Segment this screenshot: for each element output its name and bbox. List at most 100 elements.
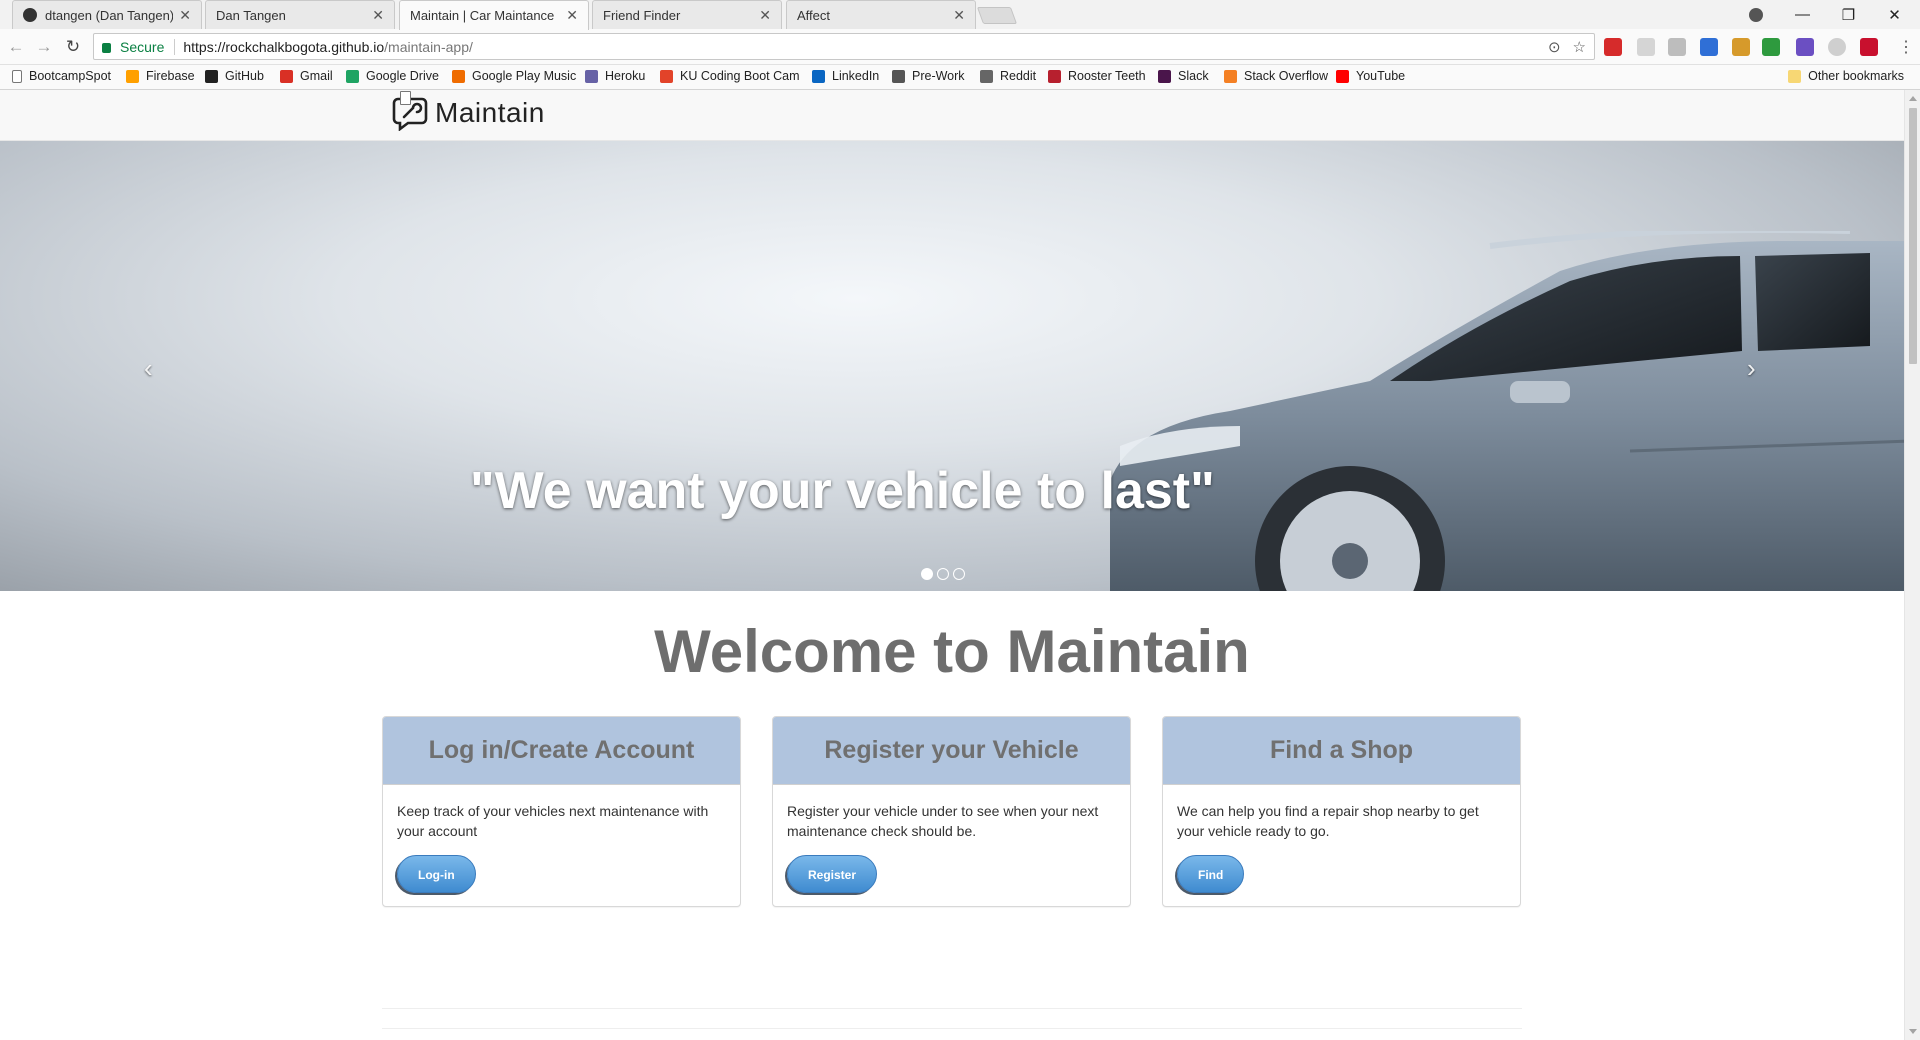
bookmark-item[interactable]: GitHub [205,69,264,83]
eyedropper-extension-icon[interactable] [1700,38,1718,56]
book-icon [892,69,905,83]
bookmark-label: BootcampSpot [29,69,111,83]
login-button[interactable]: Log-in [397,855,476,893]
bookmark-item[interactable]: KU Coding Boot Cam [660,69,800,83]
carousel-indicators [921,568,965,580]
gitlab-icon [660,69,673,83]
bookmark-item[interactable]: Slack [1158,69,1209,83]
scroll-down-icon[interactable] [1909,1029,1917,1034]
panel-description: We can help you find a repair shop nearb… [1177,803,1479,839]
close-icon[interactable]: ✕ [372,7,384,24]
bookmark-item[interactable]: Rooster Teeth [1048,69,1146,83]
rooster-teeth-icon [1048,69,1061,83]
scroll-up-icon[interactable] [1909,96,1917,101]
back-button[interactable]: ← [4,35,28,59]
site-navbar: Maintain [0,90,1904,141]
bookmark-item[interactable]: Reddit [980,69,1036,83]
find-shop-panel: Find a Shop We can help you find a repai… [1162,716,1521,907]
tab-label: dtangen (Dan Tangen) [45,7,174,23]
bookmark-item[interactable]: YouTube [1336,69,1405,83]
extension-icon[interactable] [1860,38,1878,56]
gmail-icon [280,69,293,83]
bookmark-label: KU Coding Boot Cam [680,69,800,83]
firebase-icon [126,69,139,83]
bookmark-item[interactable]: Stack Overflow [1224,69,1328,83]
brand-name: Maintain [435,97,545,128]
extension-icon[interactable] [1796,38,1814,56]
panel-title: Find a Shop [1163,717,1520,785]
extension-icon[interactable] [1732,38,1750,56]
bookmark-item[interactable]: Firebase [126,69,195,83]
panel-title: Log in/Create Account [383,717,740,785]
url-path: /maintain-app/ [384,38,473,55]
stackoverflow-icon [1224,69,1237,83]
close-icon[interactable]: ✕ [759,7,771,24]
bookmark-item[interactable]: Heroku [585,69,645,83]
extension-icon[interactable] [1828,38,1846,56]
bookmark-star-icon[interactable]: ☆ [1573,38,1586,56]
browser-tab[interactable]: Friend Finder ✕ [592,0,782,105]
tab-label: Affect [797,7,831,23]
carousel-prev-button[interactable]: ‹ [144,353,153,384]
carousel-indicator[interactable] [953,568,965,580]
bookmark-label: Other bookmarks [1808,69,1904,83]
panel-description: Register your vehicle under to see when … [787,803,1099,839]
browser-tab[interactable]: dtangen (Dan Tangen) ✕ [12,0,202,29]
bookmark-label: Stack Overflow [1244,69,1329,83]
bookmark-item[interactable]: Gmail [280,69,333,83]
bookmark-item[interactable]: Google Play Music [452,69,576,83]
location-icon[interactable]: ⊙ [1548,38,1561,56]
close-icon[interactable]: ✕ [179,7,191,24]
bookmark-label: Google Play Music [472,69,577,83]
bookmark-label: Pre-Work [912,69,965,83]
bookmark-label: Reddit [1000,69,1037,83]
extension-icon[interactable] [1637,38,1655,56]
lock-icon [102,42,111,53]
profile-icon[interactable] [1733,0,1778,29]
reddit-icon [980,69,993,83]
carousel-next-button[interactable]: › [1747,353,1756,384]
bookmark-label: Rooster Teeth [1068,69,1146,83]
slack-icon [1158,69,1171,83]
secure-label: Secure [120,38,165,55]
divider [174,38,176,55]
browser-tab[interactable]: Dan Tangen ✕ [205,0,395,105]
bookmark-item[interactable]: BootcampSpot [12,69,111,83]
bookmarks-bar: Other bookmarks BootcampSpot Firebase GitH… [0,65,1920,90]
close-icon[interactable]: ✕ [953,7,965,24]
scroll-thumb[interactable] [1909,108,1917,364]
register-button[interactable]: Register [787,855,878,893]
address-bar[interactable]: Secure https://rockchalkbogota.github.io… [93,33,1595,60]
register-vehicle-panel: Register your Vehicle Register your vehi… [772,716,1131,907]
bookmark-item[interactable]: LinkedIn [812,69,879,83]
github-icon [205,69,218,83]
tab-label: Dan Tangen [216,7,286,23]
brand-link[interactable]: Maintain [392,95,545,131]
browser-tab-active[interactable]: Maintain | Car Maintance ✕ [399,0,589,105]
browser-tab[interactable]: Affect ✕ [786,0,976,105]
minimize-button[interactable]: — [1780,0,1825,29]
new-tab-button[interactable] [976,7,1018,24]
extension-icon[interactable] [1668,38,1686,56]
forward-button[interactable]: → [32,35,56,59]
url-host: https://rockchalkbogota.github.io [183,38,385,55]
carousel-indicator[interactable] [937,568,949,580]
close-icon[interactable]: ✕ [566,7,578,24]
menu-icon[interactable]: ⋮ [1898,37,1914,57]
hero-carousel: ‹ › "We want your vehicle to last" [0,141,1904,591]
tab-label: Friend Finder [603,7,681,23]
reload-button[interactable]: ↻ [61,35,85,59]
extension-icon[interactable] [1762,38,1780,56]
bookmark-item[interactable]: Google Drive [346,69,439,83]
page-scrollbar[interactable] [1904,90,1920,1040]
bookmark-label: Heroku [605,69,646,83]
adblock-extension-icon[interactable] [1604,38,1622,56]
close-window-button[interactable]: ✕ [1872,0,1917,29]
bookmark-item[interactable]: Pre-Work [892,69,965,83]
restore-button[interactable]: ❐ [1826,0,1871,29]
carousel-indicator[interactable] [921,568,933,580]
other-bookmarks[interactable]: Other bookmarks [1788,69,1904,83]
divider [382,1028,1522,1029]
panel-description: Keep track of your vehicles next mainten… [397,803,709,839]
find-button[interactable]: Find [1177,855,1245,893]
